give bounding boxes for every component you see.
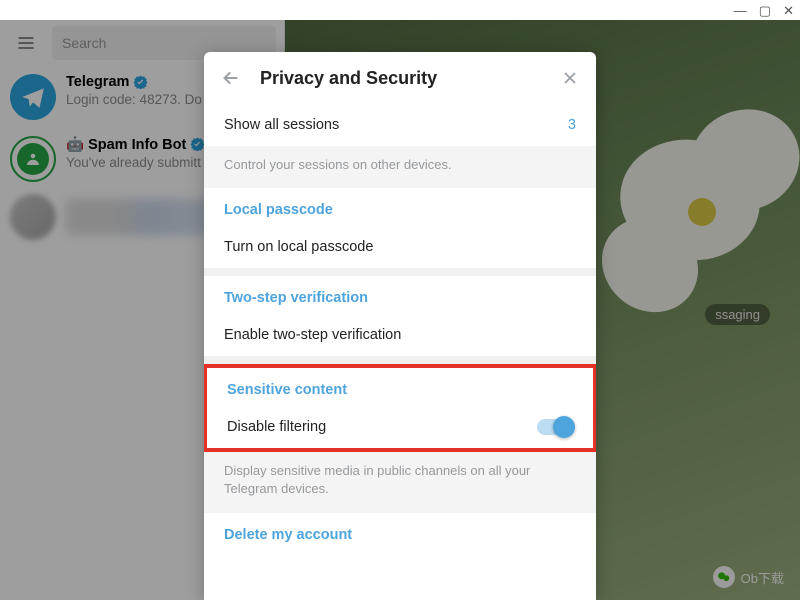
sessions-hint: Control your sessions on other devices. xyxy=(204,146,596,188)
minimize-button[interactable]: — xyxy=(734,4,747,17)
highlighted-section: Sensitive content Disable filtering xyxy=(204,364,596,452)
privacy-security-modal: Privacy and Security Show all sessions 3… xyxy=(204,52,596,600)
maximize-button[interactable]: ▢ xyxy=(759,4,771,17)
sensitive-content-header: Sensitive content xyxy=(207,368,593,406)
turn-on-passcode-row[interactable]: Turn on local passcode xyxy=(204,226,596,268)
sessions-count: 3 xyxy=(568,117,576,133)
close-window-button[interactable]: ✕ xyxy=(783,4,794,17)
delete-account-header[interactable]: Delete my account xyxy=(204,513,596,551)
show-sessions-row[interactable]: Show all sessions 3 xyxy=(204,104,596,146)
enable-two-step-row[interactable]: Enable two-step verification xyxy=(204,314,596,356)
disable-filtering-row[interactable]: Disable filtering xyxy=(207,406,593,448)
two-step-header: Two-step verification xyxy=(204,276,596,314)
local-passcode-header: Local passcode xyxy=(204,188,596,226)
window-titlebar: — ▢ ✕ xyxy=(0,0,800,20)
modal-title: Privacy and Security xyxy=(260,68,542,89)
sensitive-hint: Display sensitive media in public channe… xyxy=(204,452,596,512)
back-button[interactable] xyxy=(220,67,242,89)
close-modal-button[interactable] xyxy=(560,68,580,88)
disable-filtering-toggle[interactable] xyxy=(537,419,573,435)
